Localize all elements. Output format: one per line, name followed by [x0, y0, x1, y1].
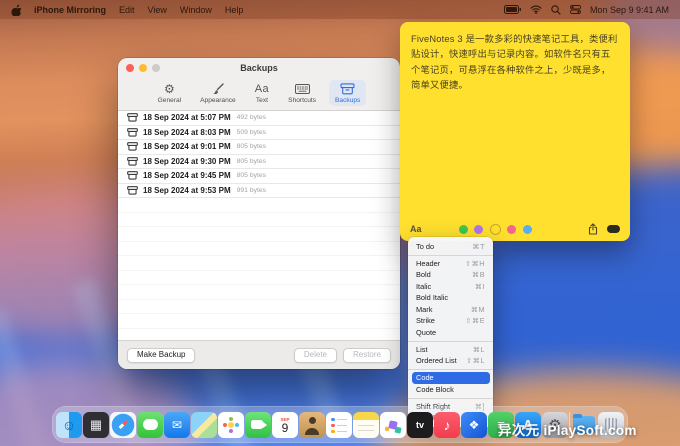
- note-color-blue[interactable]: [523, 225, 532, 234]
- watermark: 异次元 iPlaySoft.com: [498, 419, 637, 439]
- paintbrush-icon: [212, 82, 224, 96]
- dock-calendar-icon[interactable]: SEP9: [272, 412, 298, 438]
- apple-menu-icon[interactable]: [11, 4, 22, 16]
- archive-box-icon: [127, 157, 138, 166]
- menu-item-ordered-list[interactable]: Ordered List⇧⌘L: [412, 355, 490, 367]
- control-center-icon[interactable]: [570, 5, 581, 14]
- window-title: Backups: [118, 63, 400, 73]
- make-backup-button[interactable]: Make Backup: [127, 348, 195, 363]
- note-color-green[interactable]: [459, 225, 468, 234]
- dock-reminders-icon[interactable]: [326, 412, 352, 438]
- battery-icon[interactable]: [504, 5, 521, 14]
- note-color-pink[interactable]: [507, 225, 516, 234]
- menu-item-list[interactable]: List⌘L: [412, 344, 490, 356]
- archive-box-icon: [127, 186, 138, 195]
- window-footer: Make Backup Delete Restore: [118, 340, 400, 369]
- menu-item-header[interactable]: Header⇧⌘H: [412, 258, 490, 270]
- menu-edit[interactable]: Edit: [119, 5, 135, 15]
- menu-bar-clock[interactable]: Mon Sep 9 9:41 AM: [590, 5, 669, 15]
- format-menu-button[interactable]: Aa: [410, 224, 422, 234]
- menu-item-code-block[interactable]: Code Block: [412, 384, 490, 396]
- sticky-note[interactable]: FiveNotes 3 是一款多彩的快速笔记工具，类便利贴设计，快速呼出与记录内…: [400, 22, 630, 241]
- backups-window: Backups ⚙General Appearance AaText Shortcut…: [118, 58, 400, 369]
- dock-maps-icon[interactable]: [191, 412, 217, 438]
- share-icon[interactable]: [588, 223, 598, 235]
- restore-button[interactable]: Restore: [343, 348, 391, 363]
- menu-item-to-do[interactable]: To do⌘T: [412, 241, 490, 253]
- dock-contacts-icon[interactable]: [299, 412, 325, 438]
- note-toolbar: Aa: [400, 222, 630, 236]
- tab-appearance[interactable]: Appearance: [194, 80, 242, 106]
- backup-row[interactable]: 18 Sep 2024 at 9:30 PM805 bytes: [118, 155, 400, 170]
- keyboard-icon: [295, 82, 310, 96]
- tab-shortcuts[interactable]: Shortcuts: [282, 80, 322, 106]
- backup-row[interactable]: 18 Sep 2024 at 9:53 PM991 bytes: [118, 184, 400, 199]
- menu-item-quote[interactable]: Quote: [412, 327, 490, 339]
- menu-view[interactable]: View: [148, 5, 167, 15]
- menu-item-mark[interactable]: Mark⌘M: [412, 304, 490, 316]
- gear-icon: ⚙: [164, 82, 175, 96]
- dock-messages-icon[interactable]: [137, 412, 163, 438]
- dock-notes-icon[interactable]: [353, 412, 379, 438]
- backup-row[interactable]: 18 Sep 2024 at 5:07 PM492 bytes: [118, 111, 400, 126]
- menu-separator: [408, 255, 493, 256]
- dock-shortcuts-icon[interactable]: ❖: [461, 412, 487, 438]
- menu-bar: iPhone Mirroring Edit View Window Help M…: [0, 0, 680, 19]
- dock-tv-icon[interactable]: tv: [407, 412, 433, 438]
- empty-rows: [118, 198, 400, 340]
- archive-box-icon: [340, 82, 355, 96]
- menu-item-bold[interactable]: Bold⌘B: [412, 269, 490, 281]
- dock-safari-icon[interactable]: [110, 412, 136, 438]
- menu-separator: [408, 341, 493, 342]
- dock-music-icon[interactable]: ♪: [434, 412, 460, 438]
- menu-help[interactable]: Help: [225, 5, 244, 15]
- window-titlebar[interactable]: Backups: [118, 58, 400, 77]
- tab-text[interactable]: AaText: [249, 80, 275, 106]
- archive-box-icon: [127, 171, 138, 180]
- dock-finder-icon[interactable]: ☺: [56, 412, 82, 438]
- note-color-switcher: [459, 224, 532, 235]
- archive-box-icon: [127, 142, 138, 151]
- menu-item-code[interactable]: Code: [412, 372, 490, 384]
- wifi-icon[interactable]: [530, 5, 542, 14]
- menu-item-italic[interactable]: Italic⌘I: [412, 281, 490, 293]
- dock-facetime-icon[interactable]: [245, 412, 271, 438]
- dock-photos-icon[interactable]: [218, 412, 244, 438]
- menu-separator: [408, 369, 493, 370]
- backup-row[interactable]: 18 Sep 2024 at 9:45 PM805 bytes: [118, 169, 400, 184]
- note-color-yellow[interactable]: [490, 224, 501, 235]
- backup-list: 18 Sep 2024 at 5:07 PM492 bytes18 Sep 20…: [118, 111, 400, 340]
- delete-button[interactable]: Delete: [294, 348, 337, 363]
- menu-separator: [408, 398, 493, 399]
- tab-general[interactable]: ⚙General: [152, 80, 187, 106]
- tab-backups[interactable]: Backups: [329, 80, 366, 106]
- settings-toolbar: ⚙General Appearance AaText Shortcuts Backups: [118, 77, 400, 111]
- menu-window[interactable]: Window: [180, 5, 212, 15]
- note-color-purple[interactable]: [474, 225, 483, 234]
- pin-toggle-icon[interactable]: [607, 225, 620, 234]
- dock-launchpad-icon[interactable]: ▦: [83, 412, 109, 438]
- backup-row[interactable]: 18 Sep 2024 at 8:03 PM509 bytes: [118, 126, 400, 141]
- text-aa-icon: Aa: [255, 82, 269, 96]
- desktop: iPhone Mirroring Edit View Window Help M…: [0, 0, 680, 446]
- menu-item-bold-italic[interactable]: Bold Italic: [412, 292, 490, 304]
- backup-row[interactable]: 18 Sep 2024 at 9:01 PM805 bytes: [118, 140, 400, 155]
- menu-item-strike[interactable]: Strike⇧⌘E: [412, 315, 490, 327]
- dock-freeform-icon[interactable]: [380, 412, 406, 438]
- format-context-menu: To do⌘T Header⇧⌘HBold⌘BItalic⌘IBold Itali…: [408, 237, 493, 427]
- note-text[interactable]: FiveNotes 3 是一款多彩的快速笔记工具，类便利贴设计，快速呼出与记录内…: [400, 22, 630, 93]
- archive-box-icon: [127, 113, 138, 122]
- dock-mail-icon[interactable]: ✉: [164, 412, 190, 438]
- search-icon[interactable]: [551, 5, 561, 15]
- menu-bar-app-name[interactable]: iPhone Mirroring: [34, 5, 106, 15]
- archive-box-icon: [127, 128, 138, 137]
